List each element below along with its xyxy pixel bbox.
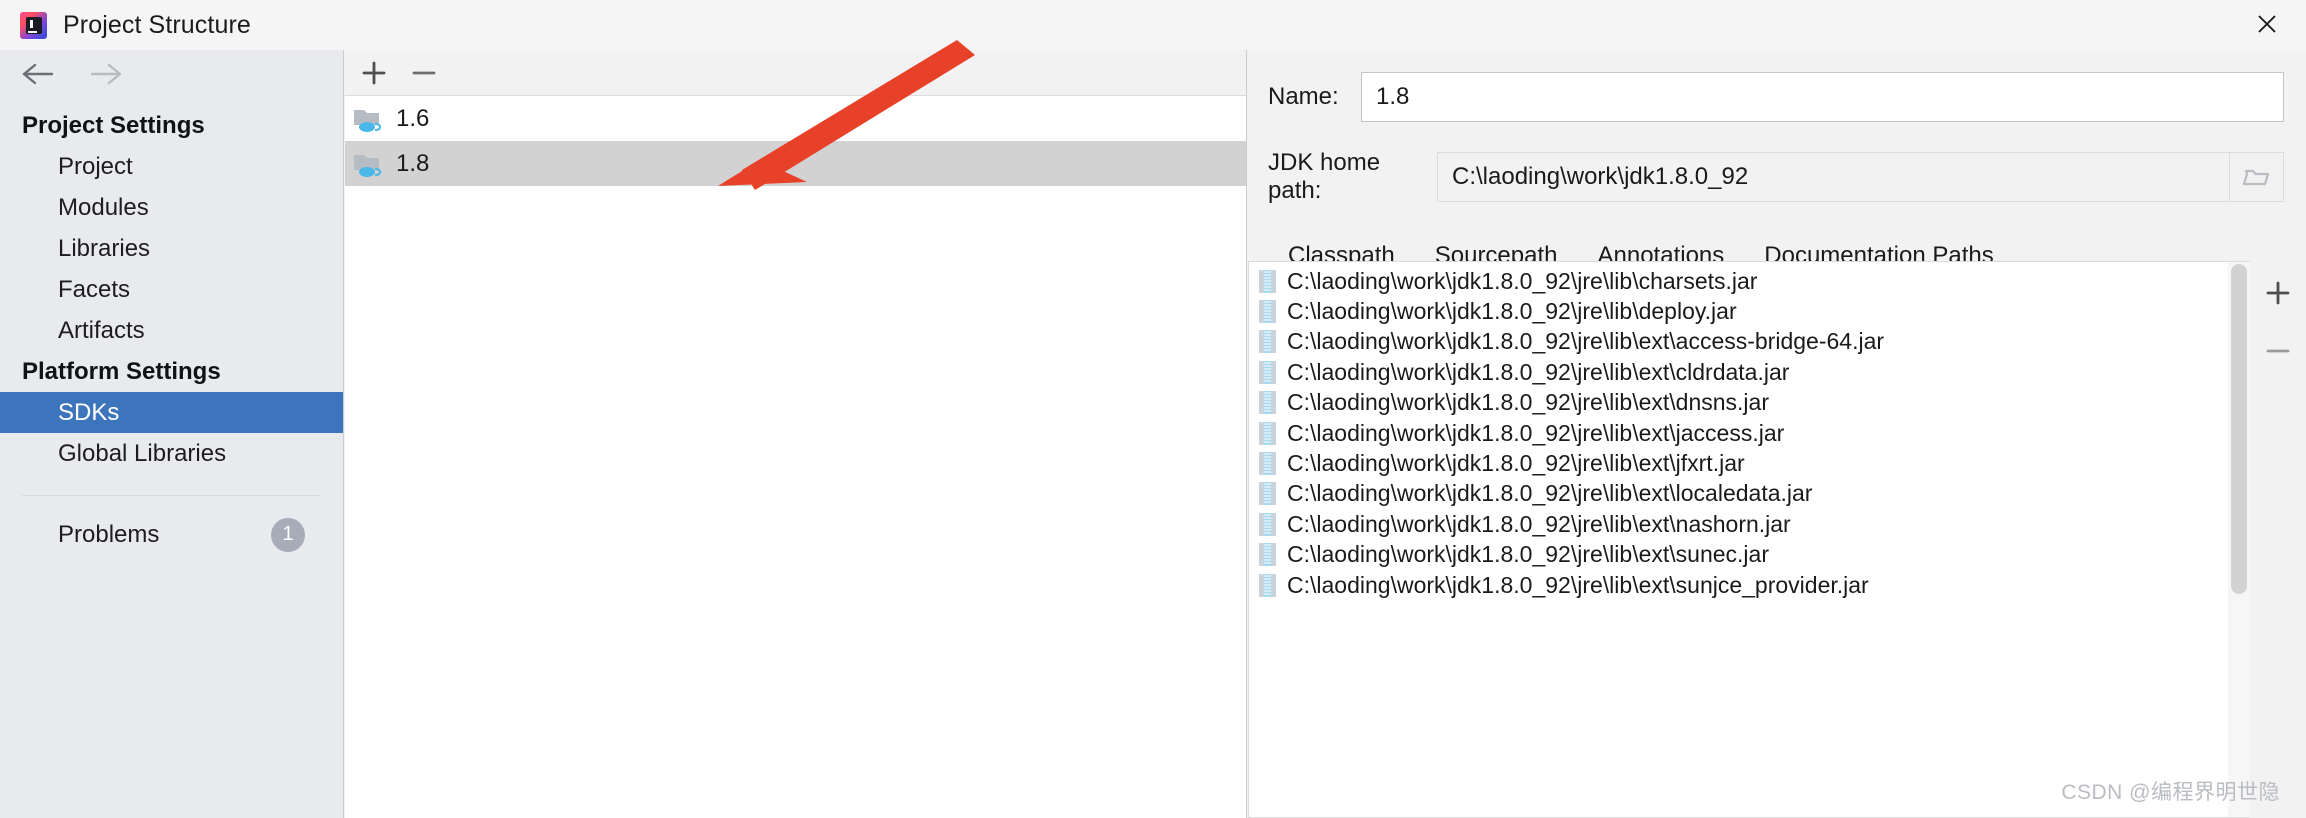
forward-arrow-icon[interactable]	[88, 59, 126, 89]
classpath-row[interactable]: C:\laoding\work\jdk1.8.0_92\jre\lib\ext\…	[1249, 479, 2228, 509]
classpath-entry-path: C:\laoding\work\jdk1.8.0_92\jre\lib\ext\…	[1287, 450, 1745, 477]
sidebar: Project Settings Project Modules Librari…	[0, 50, 344, 818]
jar-file-icon	[1259, 360, 1276, 384]
jar-file-icon	[1259, 482, 1276, 506]
classpath-entry-path: C:\laoding\work\jdk1.8.0_92\jre\lib\ext\…	[1287, 389, 1769, 416]
classpath-entry-path: C:\laoding\work\jdk1.8.0_92\jre\lib\char…	[1287, 267, 1758, 294]
classpath-row[interactable]: C:\laoding\work\jdk1.8.0_92\jre\lib\ext\…	[1249, 540, 2228, 570]
sidebar-item-libraries[interactable]: Libraries	[0, 228, 343, 269]
name-input[interactable]: 1.8	[1361, 72, 2284, 122]
title-bar-left: Project Structure	[0, 11, 251, 40]
classpath-list[interactable]: C:\laoding\work\jdk1.8.0_92\jre\lib\char…	[1248, 261, 2228, 818]
name-label: Name:	[1268, 83, 1339, 110]
classpath-row[interactable]: C:\laoding\work\jdk1.8.0_92\jre\lib\ext\…	[1249, 388, 2228, 418]
sidebar-divider	[22, 495, 321, 496]
watermark: CSDN @编程界明世隐	[2061, 781, 2280, 804]
sidebar-item-artifacts[interactable]: Artifacts	[0, 310, 343, 351]
problems-count-badge: 1	[271, 517, 305, 552]
jar-file-icon	[1259, 452, 1276, 476]
jdk-folder-icon	[353, 150, 384, 178]
jar-file-icon	[1259, 573, 1276, 597]
classpath-row[interactable]: C:\laoding\work\jdk1.8.0_92\jre\lib\depl…	[1249, 296, 2228, 326]
classpath-row[interactable]: C:\laoding\work\jdk1.8.0_92\jre\lib\ext\…	[1249, 357, 2228, 387]
jar-file-icon	[1259, 269, 1276, 293]
jdk-home-path-label: JDK home path:	[1268, 149, 1381, 204]
window-title: Project Structure	[63, 10, 251, 39]
section-header-project-settings: Project Settings	[22, 111, 205, 139]
classpath-row[interactable]: C:\laoding\work\jdk1.8.0_92\jre\lib\char…	[1249, 266, 2228, 296]
remove-sdk-button[interactable]	[406, 55, 442, 91]
classpath-entry-path: C:\laoding\work\jdk1.8.0_92\jre\lib\ext\…	[1287, 510, 1791, 537]
classpath-row[interactable]: C:\laoding\work\jdk1.8.0_92\jre\lib\ext\…	[1249, 570, 2228, 600]
jdk-home-path-input[interactable]: C:\laoding\work\jdk1.8.0_92	[1437, 152, 2230, 202]
sdk-list-item-1-6[interactable]: 1.6	[345, 96, 1246, 141]
classpath-section: C:\laoding\work\jdk1.8.0_92\jre\lib\char…	[1248, 261, 2306, 818]
jdk-folder-icon	[353, 105, 384, 133]
title-bar: Project Structure	[0, 0, 2306, 50]
jar-file-icon	[1259, 512, 1276, 536]
problems-label: Problems	[58, 520, 160, 548]
sidebar-nav-bar	[0, 50, 343, 97]
add-sdk-button[interactable]	[356, 55, 392, 91]
jar-file-icon	[1259, 543, 1276, 567]
classpath-entry-path: C:\laoding\work\jdk1.8.0_92\jre\lib\ext\…	[1287, 480, 1813, 507]
classpath-entry-path: C:\laoding\work\jdk1.8.0_92\jre\lib\ext\…	[1287, 541, 1769, 568]
classpath-entry-path: C:\laoding\work\jdk1.8.0_92\jre\lib\depl…	[1287, 298, 1737, 325]
sidebar-item-facets[interactable]: Facets	[0, 269, 343, 310]
classpath-side-buttons	[2250, 261, 2306, 818]
jar-file-icon	[1259, 330, 1276, 354]
classpath-entry-path: C:\laoding\work\jdk1.8.0_92\jre\lib\ext\…	[1287, 419, 1785, 446]
close-icon[interactable]	[2228, 0, 2306, 48]
sidebar-item-global-libraries[interactable]: Global Libraries	[0, 433, 343, 474]
classpath-entry-path: C:\laoding\work\jdk1.8.0_92\jre\lib\ext\…	[1287, 571, 1869, 598]
classpath-row[interactable]: C:\laoding\work\jdk1.8.0_92\jre\lib\ext\…	[1249, 448, 2228, 478]
add-classpath-entry-button[interactable]	[2260, 275, 2296, 311]
project-structure-dialog: Project Structure Project Settings Proje…	[0, 0, 2306, 818]
remove-classpath-entry-button[interactable]	[2260, 333, 2296, 369]
sidebar-item-sdks[interactable]: SDKs	[0, 392, 343, 433]
jdk-home-path-field-row: JDK home path: C:\laoding\work\jdk1.8.0_…	[1248, 149, 2306, 205]
sdk-list-item-1-8[interactable]: 1.8	[345, 141, 1246, 186]
classpath-scrollbar[interactable]	[2228, 261, 2250, 818]
sidebar-item-modules[interactable]: Modules	[0, 187, 343, 228]
jar-file-icon	[1259, 391, 1276, 415]
sidebar-content: Project Settings Project Modules Librari…	[0, 97, 343, 555]
sidebar-item-project[interactable]: Project	[0, 146, 343, 187]
sidebar-item-problems[interactable]: Problems 1	[0, 514, 343, 555]
classpath-row[interactable]: C:\laoding\work\jdk1.8.0_92\jre\lib\ext\…	[1249, 327, 2228, 357]
classpath-row[interactable]: C:\laoding\work\jdk1.8.0_92\jre\lib\ext\…	[1249, 418, 2228, 448]
sdk-detail-panel: Name: 1.8 JDK home path: C:\laoding\work…	[1248, 50, 2306, 818]
name-field-row: Name: 1.8	[1248, 72, 2306, 122]
intellij-idea-icon	[20, 11, 47, 39]
sdk-list-panel: 1.6 1.8	[345, 50, 1247, 818]
jar-file-icon	[1259, 421, 1276, 445]
sdk-list-item-label: 1.6	[396, 104, 430, 132]
classpath-row[interactable]: C:\laoding\work\jdk1.8.0_92\jre\lib\ext\…	[1249, 509, 2228, 539]
sdk-list-item-label: 1.8	[396, 149, 430, 177]
sdk-list-toolbar	[345, 50, 1246, 96]
folder-icon[interactable]	[2230, 152, 2284, 202]
classpath-scrollbar-thumb[interactable]	[2231, 264, 2247, 594]
classpath-entry-path: C:\laoding\work\jdk1.8.0_92\jre\lib\ext\…	[1287, 328, 1885, 355]
back-arrow-icon[interactable]	[20, 59, 58, 89]
classpath-entry-path: C:\laoding\work\jdk1.8.0_92\jre\lib\ext\…	[1287, 358, 1790, 385]
jar-file-icon	[1259, 300, 1276, 324]
section-header-platform-settings: Platform Settings	[22, 357, 221, 385]
